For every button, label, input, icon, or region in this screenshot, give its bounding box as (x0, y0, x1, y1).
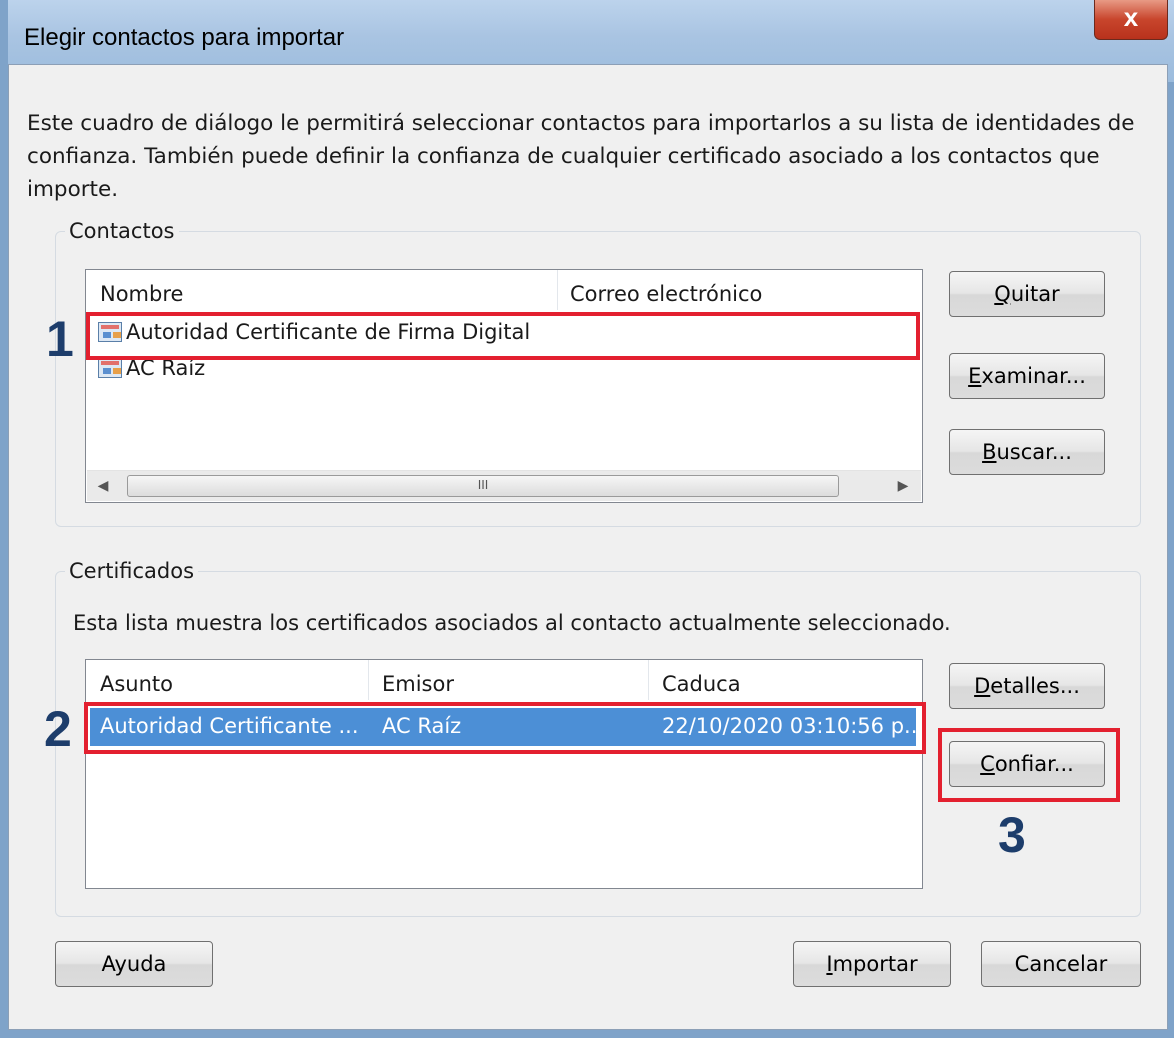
importar-button[interactable]: Importar (793, 941, 951, 987)
step-marker-2: 2 (44, 701, 72, 757)
certificate-icon (98, 358, 122, 378)
certificados-list[interactable]: Asunto Emisor Caduca Autoridad Certifica… (85, 659, 923, 889)
close-button[interactable]: x (1094, 0, 1168, 40)
buscar-button[interactable]: Buscar... (949, 429, 1105, 475)
step-marker-3: 3 (998, 807, 1026, 863)
cancelar-button[interactable]: Cancelar (981, 941, 1141, 987)
highlight-certificate-row (84, 702, 926, 754)
column-header-caduca[interactable]: Caduca (662, 672, 741, 696)
dialog-window: Elegir contactos para importar x Este cu… (0, 0, 1174, 1038)
column-header-correo[interactable]: Correo electrónico (570, 282, 762, 306)
step-marker-1: 1 (46, 311, 74, 367)
detalles-button[interactable]: Detalles... (949, 663, 1105, 709)
window-title: Elegir contactos para importar (24, 24, 345, 51)
horizontal-scrollbar[interactable]: ◀ III ▶ (87, 470, 921, 501)
scroll-left-icon[interactable]: ◀ (89, 473, 117, 499)
column-divider[interactable] (648, 660, 649, 700)
ayuda-button[interactable]: Ayuda (55, 941, 213, 987)
column-header-emisor[interactable]: Emisor (382, 672, 454, 696)
column-header-asunto[interactable]: Asunto (100, 672, 173, 696)
examinar-button[interactable]: Examinar... (949, 353, 1105, 399)
highlight-confiar-button (938, 728, 1120, 802)
column-divider[interactable] (368, 660, 369, 700)
intro-text: Este cuadro de diálogo le permitirá sele… (27, 111, 1135, 202)
scrollbar-thumb[interactable]: III (127, 475, 839, 497)
quitar-button[interactable]: Quitar (949, 271, 1105, 317)
column-divider[interactable] (557, 270, 558, 310)
close-icon: x (1123, 2, 1139, 32)
highlight-contact-row (86, 312, 920, 360)
column-header-nombre[interactable]: Nombre (100, 282, 183, 306)
contactos-legend: Contactos (65, 219, 179, 243)
contactos-list[interactable]: Nombre Correo electrónico Autoridad Cert… (85, 269, 923, 503)
certificados-description: Esta lista muestra los certificados asoc… (73, 611, 951, 635)
grip-icon: III (477, 478, 489, 492)
dialog-body: Este cuadro de diálogo le permitirá sele… (8, 64, 1168, 1030)
certificados-legend: Certificados (65, 559, 199, 583)
scroll-right-icon[interactable]: ▶ (889, 473, 917, 499)
